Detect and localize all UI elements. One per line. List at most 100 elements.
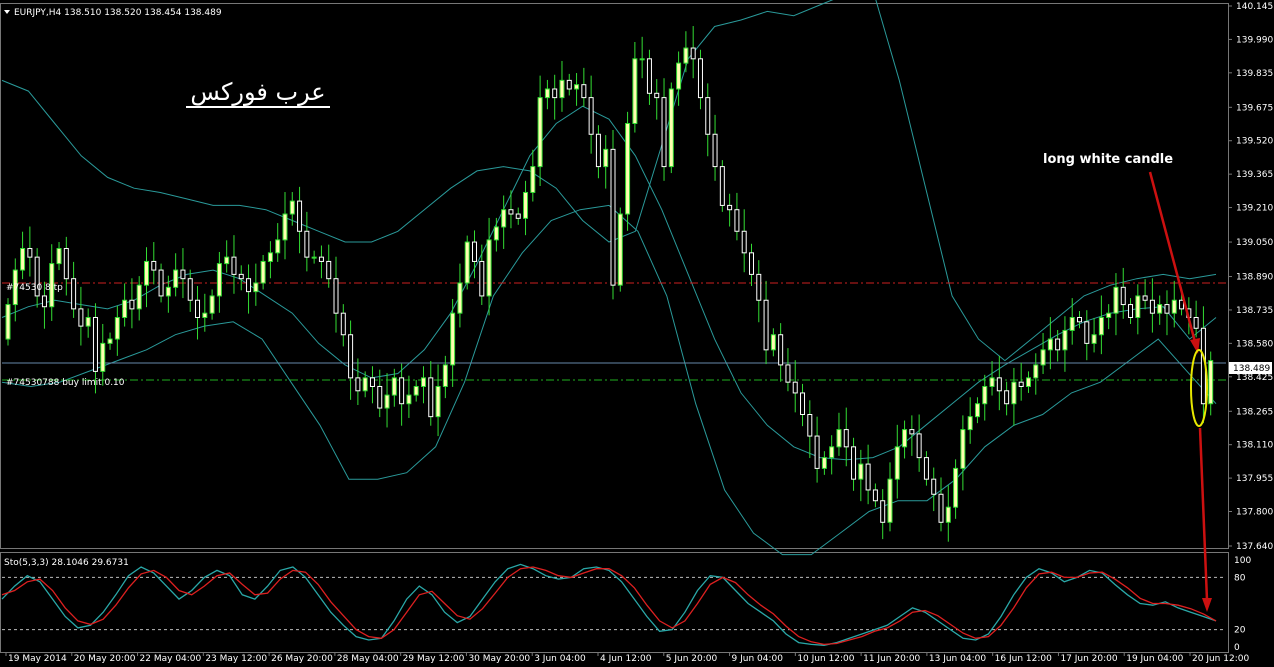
candle-body <box>428 377 434 418</box>
triangle-down-icon[interactable] <box>4 10 10 14</box>
price-tick-label: 139.835 <box>1236 69 1273 79</box>
candle-body <box>872 489 878 502</box>
candle-body <box>588 97 594 135</box>
candle-body <box>770 334 776 351</box>
candle <box>1193 300 1199 338</box>
stoch-tick-label: 20 <box>1234 626 1246 636</box>
candle-body <box>1208 360 1214 405</box>
candle <box>297 186 303 254</box>
candle-body <box>581 84 587 99</box>
candle <box>814 416 820 483</box>
candle <box>1091 317 1097 353</box>
candle-body <box>902 429 908 448</box>
candle-body <box>676 62 682 90</box>
candle <box>938 477 944 532</box>
price-tick-label: 137.955 <box>1236 474 1273 484</box>
candle-body <box>41 295 47 308</box>
stoch-axis: 100 80 20 0 <box>1234 556 1251 653</box>
candle-body <box>100 342 106 372</box>
time-tick-label: 20 Jun 12:00 <box>1192 654 1249 663</box>
candle-body <box>311 256 317 259</box>
candle-body <box>391 377 397 396</box>
candle <box>114 305 120 356</box>
candle-body <box>413 385 419 396</box>
candle <box>880 489 886 540</box>
time-tick-label: 5 Jun 20:00 <box>666 654 718 663</box>
candle-body <box>282 213 288 241</box>
candle-body <box>661 97 667 168</box>
candle-body <box>887 478 893 523</box>
candle <box>253 263 259 306</box>
time-tick-label: 10 Jun 12:00 <box>797 654 854 663</box>
candle-body <box>1179 299 1185 310</box>
price-tick-label: 140.145 <box>1236 2 1273 12</box>
time-axis: 19 May 2014 20 May 20:00 22 May 04:00 23 Ma… <box>5 652 1249 664</box>
candle <box>734 192 740 241</box>
candle-body <box>916 433 922 459</box>
candle <box>63 236 69 296</box>
watermark-text: عرب فوركس <box>190 78 325 106</box>
candle <box>399 363 405 426</box>
candle-body <box>85 316 91 327</box>
candle <box>71 261 77 318</box>
candle <box>1098 295 1104 355</box>
candle <box>741 209 747 273</box>
candle <box>282 192 288 260</box>
candle <box>625 111 631 231</box>
candle <box>683 31 689 73</box>
candle <box>996 355 1002 411</box>
candle <box>566 73 572 96</box>
candle-body <box>537 97 543 168</box>
candle-body <box>756 273 762 301</box>
candle-body <box>158 269 164 297</box>
sell-order-label: #74530 8 tp <box>6 283 63 293</box>
candle-body <box>1084 321 1090 344</box>
price-tick-label: 138.580 <box>1236 339 1273 349</box>
price-tick-label: 138.265 <box>1236 407 1273 417</box>
time-tick-label: 19 Jun 04:00 <box>1126 654 1183 663</box>
candle-body <box>340 312 346 336</box>
candle <box>697 49 703 110</box>
candle-body <box>814 435 820 469</box>
candle <box>778 323 784 382</box>
stoch-main-line <box>1 563 1217 646</box>
candle-body <box>748 252 754 275</box>
candle-body <box>697 58 703 99</box>
candle-body <box>5 304 11 340</box>
candle-body <box>646 58 652 94</box>
price-box: 138.489 <box>1229 362 1272 374</box>
candle <box>931 467 937 512</box>
candle <box>238 265 244 291</box>
candle-body <box>960 429 966 469</box>
candle <box>406 375 412 418</box>
candle <box>384 373 390 428</box>
candle-body <box>603 148 609 168</box>
candle <box>85 308 91 338</box>
chart-svg[interactable]: 140.145 139.990 139.835 139.675 139.520 139.3… <box>0 0 1274 664</box>
candle <box>1149 278 1155 333</box>
candle <box>318 245 324 279</box>
time-tick-label: 19 May 2014 <box>8 654 67 663</box>
time-tick-label: 9 Jun 04:00 <box>732 654 784 663</box>
candle-body <box>406 394 412 405</box>
candle <box>894 424 900 499</box>
annotation-text: long white candle <box>1043 152 1173 167</box>
candle <box>661 78 667 181</box>
candle <box>151 242 157 285</box>
candle <box>1025 371 1031 393</box>
candle-body <box>107 338 113 344</box>
candle <box>821 451 827 475</box>
candle <box>56 242 62 271</box>
time-tick-label: 23 May 12:00 <box>205 654 267 663</box>
candle-body <box>27 248 33 258</box>
candle-body <box>472 241 478 262</box>
candle <box>420 366 426 404</box>
candle-body <box>727 204 733 211</box>
candle <box>515 207 521 225</box>
symbol-header: EURJPY,H4 138.510 138.520 138.454 138.48… <box>14 8 222 18</box>
candle <box>1128 298 1134 324</box>
candle <box>435 364 441 437</box>
candle <box>428 361 434 426</box>
candle <box>267 241 273 279</box>
candle-body <box>165 286 171 297</box>
